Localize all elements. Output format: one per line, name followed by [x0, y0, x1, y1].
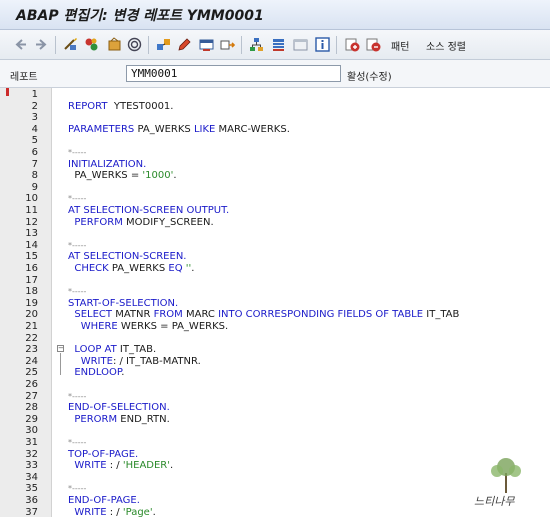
- code-line[interactable]: AT SELECTION-SCREEN.: [68, 251, 186, 263]
- code-line[interactable]: AT SELECTION-SCREEN OUTPUT.: [68, 205, 229, 217]
- line-number: 14: [25, 239, 38, 251]
- line-number: 1: [31, 89, 38, 100]
- code-editor[interactable]: 1 2 3 4 5 6 7 8 9 10 11 12 13 14 15 16 17 18 19 20 21 22 23 24 2…: [0, 88, 550, 518]
- activate-icon[interactable]: [106, 36, 123, 53]
- edit-pencil-icon[interactable]: [176, 36, 193, 53]
- line-number: 25: [25, 367, 38, 379]
- line-number: 18: [25, 286, 38, 298]
- line-number: 11: [25, 205, 38, 216]
- code-line[interactable]: CHECK PA_WERKS EQ ''.: [68, 263, 194, 275]
- report-field-row: 레포트 YMM0001 활성(수정): [0, 60, 550, 88]
- line-number: 2: [31, 100, 38, 112]
- fold-guide-line: [60, 353, 61, 375]
- code-line[interactable]: *-----: [68, 286, 86, 298]
- other-object-icon[interactable]: [83, 36, 100, 53]
- line-number-gutter: 1 2 3 4 5 6 7 8 9 10 11 12 13 14 15 16 17 18 19 20 21 22 23 24 2…: [0, 88, 52, 518]
- code-line[interactable]: WRITE : / 'HEADER'.: [68, 460, 173, 472]
- line-number: 27: [25, 390, 38, 402]
- line-number: 37: [25, 506, 38, 518]
- code-line[interactable]: WRITE : / 'Page'.: [68, 507, 155, 518]
- line-number: 21: [25, 321, 38, 332]
- code-line[interactable]: ENDLOOP.: [68, 367, 124, 379]
- watermark-text: 느티나무: [474, 495, 515, 508]
- code-line[interactable]: TOP-OF-PAGE.: [68, 449, 138, 461]
- line-number: 33: [25, 460, 38, 472]
- code-line[interactable]: *-----: [68, 437, 86, 449]
- fold-collapse-icon[interactable]: −: [57, 345, 64, 352]
- line-number: 32: [25, 448, 38, 460]
- code-line[interactable]: *-----: [68, 391, 86, 403]
- code-line[interactable]: WRITE: / IT_TAB-MATNR.: [68, 356, 201, 368]
- line-number: 17: [25, 274, 38, 286]
- line-number: 23: [25, 344, 38, 356]
- help-info-icon[interactable]: [314, 36, 331, 53]
- tree-watermark-logo: 느티나무: [474, 458, 521, 508]
- line-number: 9: [31, 181, 38, 193]
- line-number: 7: [31, 158, 38, 170]
- code-line[interactable]: START-OF-SELECTION.: [68, 298, 178, 310]
- code-line[interactable]: END-OF-PAGE.: [68, 495, 140, 507]
- code-line[interactable]: SELECT MATNR FROM MARC INTO CORRESPONDIN…: [68, 309, 459, 321]
- line-number: 24: [25, 355, 38, 367]
- line-number: 30: [25, 425, 38, 437]
- display-object-icon[interactable]: [219, 36, 236, 53]
- object-list-icon[interactable]: [198, 36, 215, 53]
- line-number: 35: [25, 483, 38, 495]
- code-line[interactable]: WHERE WERKS = PA_WERKS.: [68, 321, 228, 333]
- code-line[interactable]: *-----: [68, 193, 86, 205]
- line-number: 22: [25, 332, 38, 344]
- report-name-field[interactable]: YMM0001: [126, 65, 341, 82]
- code-line[interactable]: END-OF-SELECTION.: [68, 402, 170, 414]
- layout-icon[interactable]: [270, 36, 287, 53]
- report-field-label: 레포트: [10, 72, 38, 83]
- back-arrow-icon[interactable]: [12, 36, 29, 53]
- code-line[interactable]: LOOP AT IT_TAB.: [68, 344, 156, 356]
- code-line[interactable]: PARAMETERS PA_WERKS LIKE MARC-WERKS.: [68, 124, 290, 136]
- toggle-display-change-icon[interactable]: [62, 36, 79, 53]
- line-number: 16: [25, 263, 38, 274]
- line-number: 4: [31, 123, 38, 135]
- line-number: 20: [25, 309, 38, 321]
- where-used-icon[interactable]: [155, 36, 172, 53]
- line-number: 10: [25, 193, 38, 205]
- hierarchy-icon[interactable]: [248, 36, 265, 53]
- report-status: 활성(수정): [347, 72, 392, 83]
- line-number: 13: [25, 228, 38, 240]
- line-number: 3: [31, 112, 38, 124]
- code-line[interactable]: PERORM END_RTN.: [68, 414, 169, 426]
- line-number: 15: [25, 251, 38, 263]
- insert-statement-icon[interactable]: [344, 36, 361, 53]
- pattern-button[interactable]: 패턴: [391, 38, 409, 53]
- line-number: 5: [31, 135, 38, 147]
- navigation-window-icon[interactable]: [292, 36, 309, 53]
- cursor-marker: [6, 88, 9, 96]
- code-line[interactable]: *-----: [68, 483, 86, 495]
- code-line[interactable]: *-----: [68, 147, 86, 159]
- code-line[interactable]: PA_WERKS = '1000'.: [68, 170, 176, 182]
- line-number: 29: [25, 413, 38, 425]
- line-number: 26: [25, 379, 38, 390]
- line-number: 28: [25, 402, 38, 414]
- application-toolbar: 패턴 소스 정렬: [0, 30, 550, 60]
- test-icon[interactable]: [126, 36, 143, 53]
- line-number: 6: [31, 147, 38, 158]
- code-line[interactable]: *-----: [68, 240, 86, 252]
- window-title: ABAP 편집기: 변경 레포트 YMM0001: [16, 8, 264, 24]
- line-number: 31: [25, 437, 38, 448]
- line-number: 8: [31, 170, 38, 182]
- code-line[interactable]: INITIALIZATION.: [68, 159, 146, 171]
- line-number: 36: [25, 495, 38, 506]
- pretty-printer-button[interactable]: 소스 정렬: [426, 38, 466, 53]
- forward-arrow-icon[interactable]: [33, 36, 50, 53]
- title-bar: ABAP 편집기: 변경 레포트 YMM0001: [0, 0, 550, 30]
- line-number: 34: [25, 471, 38, 483]
- delete-statement-icon[interactable]: [365, 36, 382, 53]
- line-number: 12: [25, 216, 38, 228]
- code-line[interactable]: REPORT YTEST0001.: [68, 101, 173, 113]
- code-line[interactable]: PERFORM MODIFY_SCREEN.: [68, 217, 213, 229]
- line-number: 19: [25, 297, 38, 309]
